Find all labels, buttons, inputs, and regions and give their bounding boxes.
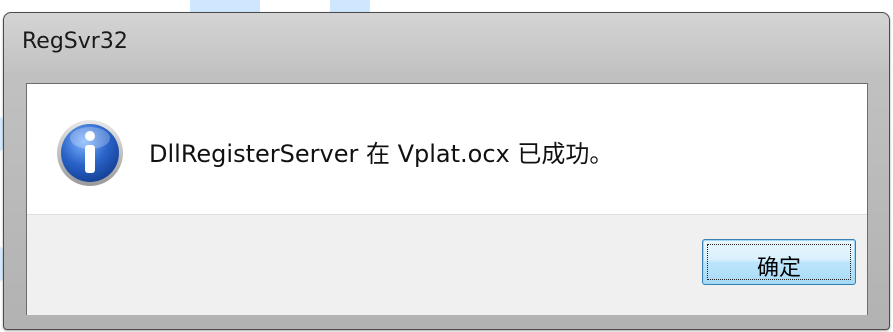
background-page-strip bbox=[0, 0, 893, 12]
dialog-client-area: DllRegisterServer 在 Vplat.ocx 已成功。 确定 bbox=[26, 83, 868, 315]
information-icon bbox=[57, 120, 123, 186]
window-title: RegSvr32 bbox=[22, 29, 128, 54]
background-highlight bbox=[190, 0, 260, 12]
ok-button-label: 确定 bbox=[756, 256, 801, 281]
button-bar: 确定 bbox=[27, 214, 867, 315]
dialog-window: RegSvr32 DllRegisterServer 在 Vplat.ocx 已… bbox=[3, 12, 890, 330]
message-area: DllRegisterServer 在 Vplat.ocx 已成功。 bbox=[27, 84, 867, 214]
background-highlight bbox=[330, 0, 370, 12]
ok-button[interactable]: 确定 bbox=[702, 239, 856, 285]
title-bar[interactable]: RegSvr32 bbox=[4, 13, 889, 73]
dialog-message: DllRegisterServer 在 Vplat.ocx 已成功。 bbox=[149, 140, 614, 168]
